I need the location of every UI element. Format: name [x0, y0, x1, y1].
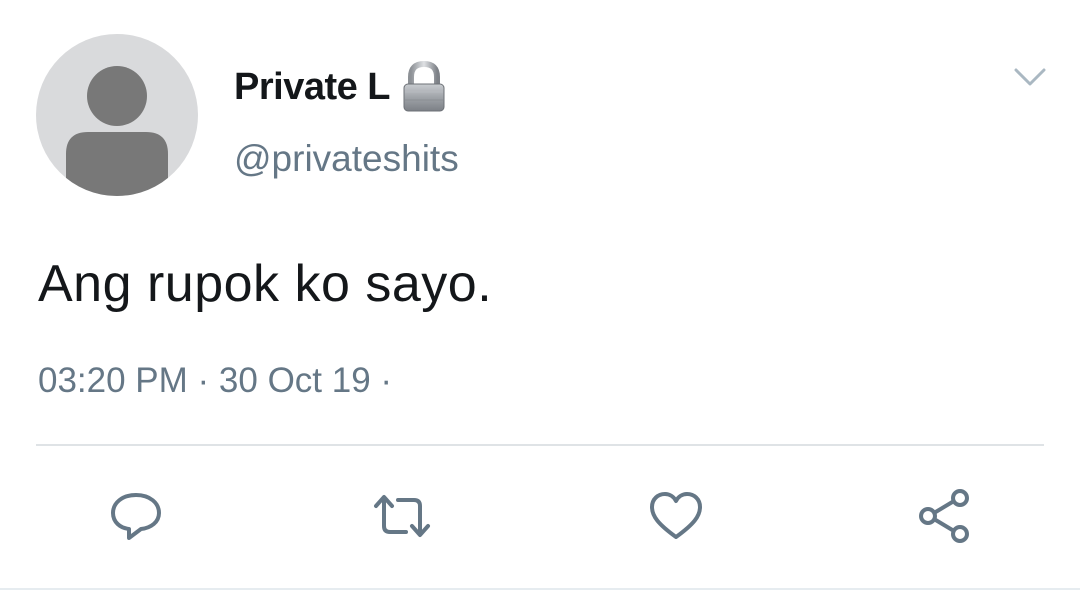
meta-separator-trailing: ·: [370, 361, 402, 400]
reply-button[interactable]: [106, 486, 166, 546]
meta-separator: ·: [187, 361, 219, 400]
retweet-icon: [374, 495, 430, 537]
bottom-divider: [0, 588, 1080, 590]
default-avatar-icon: [66, 66, 168, 196]
tweet-timestamp: 03:20 PM · 30 Oct 19 ·: [38, 363, 402, 398]
author-name-row: Private L: [234, 60, 448, 114]
chevron-down-icon[interactable]: [1012, 64, 1048, 92]
lock-icon: [403, 60, 445, 112]
tweet-date: 30 Oct 19: [218, 361, 371, 400]
display-name[interactable]: Private L: [234, 68, 391, 106]
retweet-button[interactable]: [372, 486, 432, 546]
reply-icon: [111, 493, 161, 540]
heart-icon: [650, 492, 702, 539]
tweet-text: Ang rupok ko sayo.: [38, 255, 493, 313]
divider: [36, 444, 1044, 446]
user-handle[interactable]: @privateshits: [234, 140, 459, 177]
tweet-time: 03:20 PM: [38, 361, 188, 400]
like-button[interactable]: [646, 486, 706, 546]
avatar[interactable]: [36, 34, 198, 196]
share-button[interactable]: [914, 486, 974, 546]
share-icon: [919, 489, 969, 543]
